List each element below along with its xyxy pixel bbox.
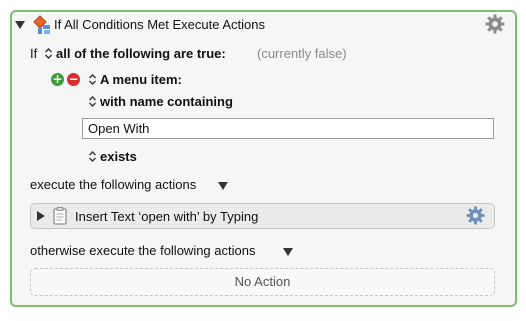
expand-triangle-icon[interactable] — [37, 211, 45, 221]
then-section-label: execute the following actions — [30, 177, 197, 192]
menu-item-name-field[interactable]: Open With — [82, 118, 494, 139]
stepper-icon — [88, 73, 97, 86]
exists-label: exists — [100, 149, 137, 164]
if-then-action-icon — [32, 15, 52, 35]
nested-action-title[interactable]: Insert Text ‘open with’ by Typing — [75, 209, 258, 224]
action-title[interactable]: If All Conditions Met Execute Actions — [54, 17, 265, 32]
if-label: If — [30, 46, 38, 61]
condition-status: (currently false) — [257, 46, 347, 61]
exists-popup[interactable]: exists — [88, 149, 137, 164]
then-section-menu-icon[interactable] — [218, 182, 228, 190]
match-criteria-popup[interactable]: with name containing — [88, 94, 233, 109]
add-condition-button[interactable]: + — [51, 73, 64, 86]
condition-type-popup[interactable]: A menu item: — [88, 72, 182, 87]
gear-icon[interactable] — [485, 14, 505, 34]
stepper-icon — [44, 47, 53, 60]
remove-condition-button[interactable]: − — [67, 73, 80, 86]
stepper-icon — [88, 150, 97, 163]
stepper-icon — [88, 95, 97, 108]
insert-text-icon — [53, 207, 68, 225]
else-section-label: otherwise execute the following actions — [30, 243, 256, 258]
match-criteria-label: with name containing — [100, 94, 233, 109]
no-action-placeholder[interactable]: No Action — [30, 268, 495, 296]
collapse-triangle-icon[interactable] — [15, 21, 25, 29]
else-section-menu-icon[interactable] — [283, 248, 293, 256]
match-mode-label: all of the following are true: — [56, 46, 226, 61]
gear-icon[interactable] — [466, 206, 485, 225]
condition-type-label: A menu item: — [100, 72, 182, 87]
match-mode-popup[interactable]: all of the following are true: — [44, 46, 226, 61]
